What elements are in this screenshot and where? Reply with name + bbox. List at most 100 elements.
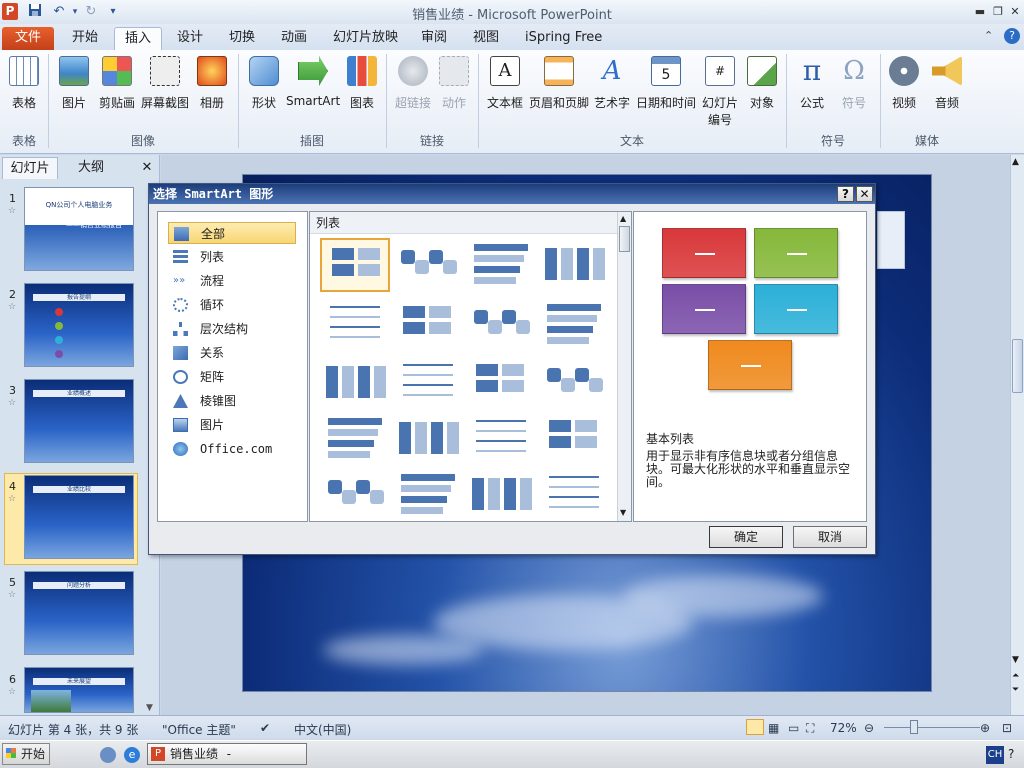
- layout-shape: [431, 422, 443, 454]
- zoom-slider-thumb[interactable]: [910, 720, 918, 734]
- slide-title-placeholder-edge[interactable]: [877, 211, 905, 269]
- category-picture[interactable]: 图片: [168, 414, 296, 436]
- layout-shape: [502, 364, 524, 376]
- zoom-slider-track[interactable]: [884, 727, 980, 728]
- tab-animations[interactable]: 动画: [271, 27, 317, 50]
- cancel-button[interactable]: 取消: [793, 526, 867, 548]
- fit-to-window-icon[interactable]: ⊡: [1002, 721, 1012, 735]
- layout-shape: [403, 364, 453, 366]
- smartart-layout-thumbnail[interactable]: [466, 468, 536, 522]
- close-panel-icon[interactable]: ✕: [138, 157, 156, 179]
- tab-design[interactable]: 设计: [167, 27, 213, 50]
- slide-thumbnail-1[interactable]: QN公司个人电脑业务 ——销售业绩报告: [24, 187, 134, 271]
- category-cycle[interactable]: 循环: [168, 294, 296, 316]
- smartart-layout-thumbnail[interactable]: [393, 238, 463, 292]
- minimize-icon[interactable]: ▬: [972, 4, 988, 19]
- slideshow-icon[interactable]: ⛶: [806, 721, 814, 736]
- smartart-layout-thumbnail[interactable]: [466, 412, 536, 466]
- smartart-layout-thumbnail[interactable]: [466, 298, 536, 352]
- smartart-layout-thumbnail[interactable]: [320, 356, 390, 410]
- layout-shape: [547, 315, 597, 322]
- scroll-up-icon[interactable]: ▲: [1012, 157, 1019, 167]
- scroll-thumb[interactable]: [1012, 339, 1023, 393]
- smartart-layout-thumbnail[interactable]: [320, 238, 390, 292]
- ok-button[interactable]: 确定: [709, 526, 783, 548]
- tab-ispring[interactable]: iSpring Free: [515, 27, 612, 50]
- slide-thumbnail-3[interactable]: 业绩概述: [24, 379, 134, 463]
- normal-view-icon[interactable]: [746, 719, 764, 735]
- tab-transitions[interactable]: 切换: [219, 27, 265, 50]
- ime-indicator[interactable]: CH: [986, 746, 1004, 764]
- scroll-down-icon[interactable]: ▼: [620, 508, 626, 517]
- smartart-layout-thumbnail[interactable]: [539, 238, 609, 292]
- smartart-layout-thumbnail[interactable]: [320, 298, 390, 352]
- help-icon[interactable]: ?: [1004, 28, 1020, 44]
- gallery-scrollbar[interactable]: ▲ ▼: [617, 212, 631, 521]
- tab-file[interactable]: 文件: [2, 27, 54, 50]
- theme-status[interactable]: "Office 主题": [162, 721, 236, 738]
- category-matrix[interactable]: 矩阵: [168, 366, 296, 388]
- scroll-down-icon[interactable]: ▼: [1012, 655, 1019, 665]
- smartart-layout-thumbnail[interactable]: [320, 468, 390, 522]
- category-hierarchy[interactable]: 层次结构: [168, 318, 296, 340]
- slide-thumbnail-4[interactable]: 业绩比较: [24, 475, 134, 559]
- layout-shape: [401, 474, 455, 481]
- restore-icon[interactable]: ❐: [990, 4, 1006, 19]
- smartart-layout-thumbnail[interactable]: [539, 412, 609, 466]
- language-status[interactable]: 中文(中国): [294, 721, 351, 738]
- smartart-layout-thumbnail[interactable]: [539, 298, 609, 352]
- smartart-layout-thumbnail[interactable]: [393, 298, 463, 352]
- textbox-icon: A: [490, 56, 520, 86]
- smartart-layout-thumbnail[interactable]: [539, 468, 609, 522]
- layout-shape: [328, 480, 342, 494]
- smartart-layout-thumbnail[interactable]: [393, 356, 463, 410]
- category-all[interactable]: 全部: [168, 222, 296, 244]
- category-relationship[interactable]: 关系: [168, 342, 296, 364]
- minimize-ribbon-icon[interactable]: ⌃: [984, 29, 993, 42]
- tab-home[interactable]: 开始: [62, 27, 108, 50]
- ime-help-icon[interactable]: ?: [1008, 747, 1014, 761]
- smartart-layout-thumbnail[interactable]: [393, 412, 463, 466]
- category-list-type[interactable]: 列表: [168, 246, 296, 268]
- scroll-down-icon[interactable]: ▼: [146, 703, 153, 713]
- category-office-com[interactable]: Office.com: [168, 438, 296, 460]
- reading-view-icon[interactable]: ▭: [788, 721, 799, 735]
- zoom-level[interactable]: 72%: [830, 721, 857, 735]
- internet-explorer-icon[interactable]: e: [124, 747, 140, 763]
- layout-shape: [358, 248, 380, 260]
- taskbar-powerpoint-window[interactable]: 销售业绩 - Microsof...: [147, 743, 307, 768]
- next-slide-icon[interactable]: ⏷: [1012, 685, 1019, 695]
- tab-outline[interactable]: 大纲: [64, 157, 118, 179]
- slide-thumbnail-5[interactable]: 问题分析: [24, 571, 134, 655]
- category-process[interactable]: »» 流程: [168, 270, 296, 292]
- tab-review[interactable]: 审阅: [411, 27, 457, 50]
- slide-sorter-icon[interactable]: ▦: [768, 721, 779, 735]
- tab-view[interactable]: 视图: [463, 27, 509, 50]
- category-label: 层次结构: [200, 322, 249, 336]
- zoom-out-icon[interactable]: ⊖: [864, 721, 874, 735]
- smartart-layout-thumbnail[interactable]: [466, 356, 536, 410]
- tab-insert[interactable]: 插入: [114, 27, 163, 50]
- layout-shape: [549, 436, 571, 448]
- tab-slideshow[interactable]: 幻灯片放映: [323, 27, 408, 50]
- close-window-icon[interactable]: ✕: [1007, 4, 1023, 19]
- process-icon: »»: [173, 275, 186, 286]
- smartart-layout-thumbnail[interactable]: [539, 356, 609, 410]
- quicklaunch-icon[interactable]: [100, 747, 116, 763]
- scroll-up-icon[interactable]: ▲: [620, 214, 626, 223]
- tab-slides[interactable]: 幻灯片: [2, 157, 58, 179]
- matrix-icon: [173, 370, 188, 384]
- spellcheck-icon[interactable]: ✔: [260, 721, 270, 735]
- slide-thumbnail-2[interactable]: 报告提纲: [24, 283, 134, 367]
- gallery-scroll-thumb[interactable]: [619, 226, 630, 252]
- dialog-close-button[interactable]: ✕: [856, 186, 873, 202]
- slide-vertical-scrollbar[interactable]: ▲ ▼ ⏶ ⏷: [1010, 155, 1024, 715]
- smartart-layout-thumbnail[interactable]: [393, 468, 463, 522]
- smartart-layout-thumbnail[interactable]: [320, 412, 390, 466]
- zoom-in-icon[interactable]: ⊕: [980, 721, 990, 735]
- slide-thumbnail-6[interactable]: 未来展望: [24, 667, 134, 713]
- category-pyramid[interactable]: 棱锥图: [168, 390, 296, 412]
- smartart-layout-thumbnail[interactable]: [466, 238, 536, 292]
- previous-slide-icon[interactable]: ⏶: [1012, 671, 1019, 681]
- dialog-help-button[interactable]: ?: [837, 186, 854, 202]
